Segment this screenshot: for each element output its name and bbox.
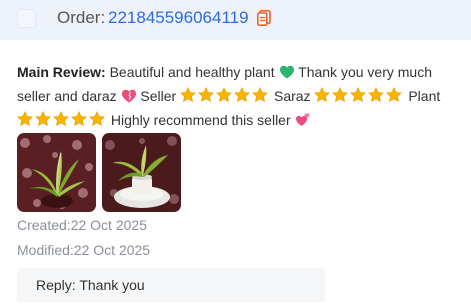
star-icon bbox=[234, 87, 250, 102]
review-text-1: Beautiful and healthy plant bbox=[109, 64, 275, 80]
star-icon bbox=[350, 87, 367, 102]
star-icon bbox=[35, 111, 51, 126]
star-icon bbox=[89, 111, 105, 126]
review-text-6: Highly recommend this seller bbox=[110, 112, 291, 128]
star-group-3 bbox=[17, 111, 107, 128]
pink-heart-icon bbox=[121, 89, 136, 103]
copy-icon[interactable] bbox=[257, 10, 271, 26]
reply-text: Reply: Thank you bbox=[36, 277, 145, 293]
star-icon bbox=[216, 87, 232, 102]
star-group-2 bbox=[314, 87, 404, 104]
modified-date: Modified:22 Oct 2025 bbox=[17, 242, 151, 258]
star-icon bbox=[368, 87, 385, 102]
reply-box: Reply: Thank you bbox=[17, 268, 325, 302]
review-text-5: Plant bbox=[408, 88, 441, 104]
review-text-4: Saraz bbox=[273, 88, 311, 104]
green-heart-icon bbox=[279, 65, 294, 79]
star-icon bbox=[17, 111, 33, 126]
order-label: Order: bbox=[57, 8, 106, 27]
review-photo-1[interactable] bbox=[17, 133, 96, 212]
order-number-link[interactable]: 221845596064119 bbox=[108, 8, 249, 28]
review-photo-2[interactable] bbox=[102, 133, 181, 212]
star-icon bbox=[332, 87, 349, 102]
review-text: Main Review: Beautiful and healthy plant… bbox=[17, 60, 462, 132]
review-text-3: Seller bbox=[140, 88, 177, 104]
two-hearts-icon bbox=[295, 113, 310, 126]
main-review-label: Main Review: bbox=[17, 64, 106, 80]
star-icon bbox=[314, 87, 331, 102]
star-icon bbox=[53, 111, 69, 126]
created-date: Created:22 Oct 2025 bbox=[17, 217, 147, 233]
star-icon bbox=[252, 87, 268, 102]
star-icon bbox=[71, 111, 87, 126]
star-icon bbox=[180, 87, 196, 102]
order-header: Order: 221845596064119 bbox=[0, 0, 471, 40]
star-group-1 bbox=[180, 87, 270, 104]
star-icon bbox=[198, 87, 214, 102]
star-icon bbox=[386, 87, 403, 102]
select-checkbox[interactable] bbox=[17, 9, 36, 28]
